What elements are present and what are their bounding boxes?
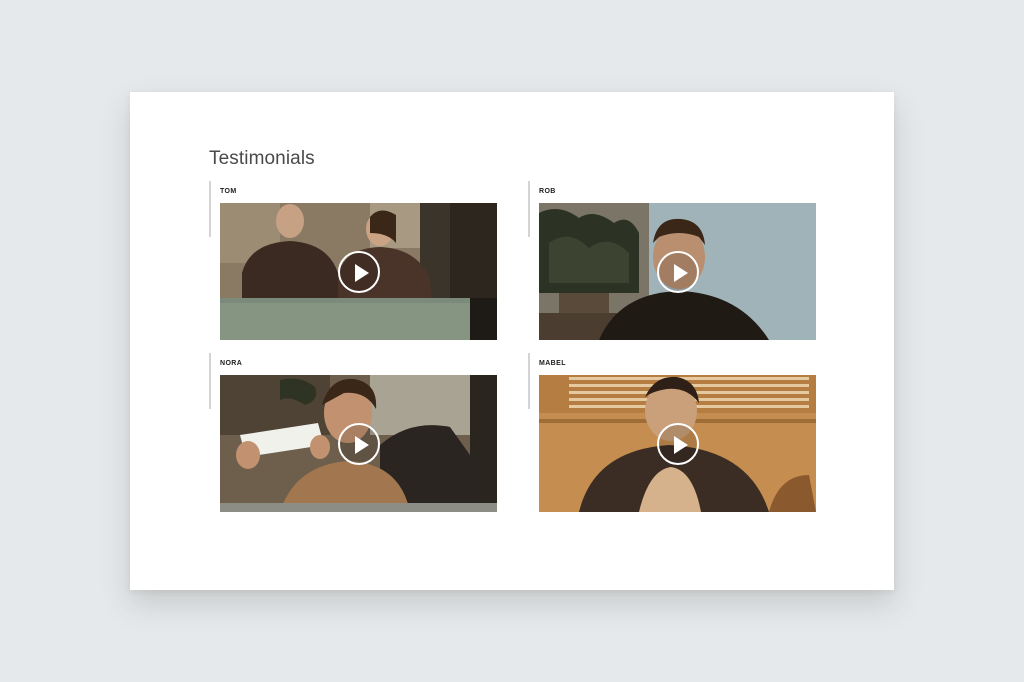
video-thumbnail-nora[interactable] (220, 375, 497, 512)
video-thumbnail-rob[interactable] (539, 203, 816, 340)
play-icon (673, 435, 688, 454)
divider-bar (209, 353, 211, 409)
play-button[interactable] (337, 250, 380, 293)
play-button[interactable] (337, 422, 380, 465)
testimonial-name: NORA (220, 360, 243, 367)
play-icon (354, 263, 369, 282)
divider-bar (528, 181, 530, 237)
testimonials-card: Testimonials TOM ROB NORA MABEL (130, 92, 894, 590)
video-thumbnail-mabel[interactable] (539, 375, 816, 512)
testimonial-nora: NORA (209, 353, 501, 521)
divider-bar (528, 353, 530, 409)
play-icon (354, 435, 369, 454)
play-button[interactable] (656, 250, 699, 293)
play-icon (673, 263, 688, 282)
video-thumbnail-tom[interactable] (220, 203, 497, 340)
testimonial-mabel: MABEL (528, 353, 820, 521)
play-button[interactable] (656, 422, 699, 465)
testimonial-rob: ROB (528, 181, 820, 349)
testimonial-tom: TOM (209, 181, 501, 349)
section-title: Testimonials (209, 148, 315, 169)
testimonial-name: ROB (539, 188, 556, 195)
divider-bar (209, 181, 211, 237)
testimonial-name: MABEL (539, 360, 566, 367)
testimonial-name: TOM (220, 188, 237, 195)
